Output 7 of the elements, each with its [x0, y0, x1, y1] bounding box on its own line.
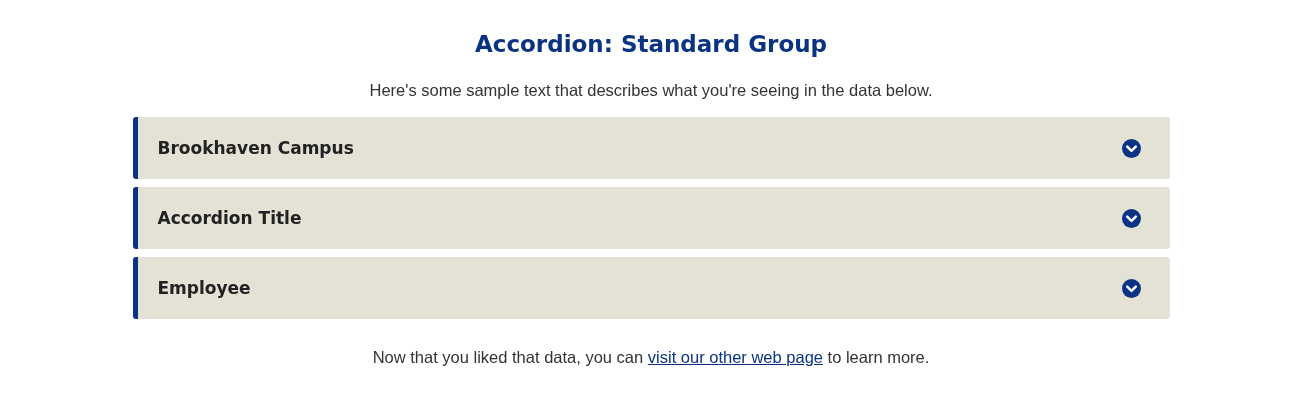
intro-text: Here's some sample text that describes what you're seeing in the data below. — [369, 80, 933, 101]
accordion-header[interactable]: Employee — [132, 257, 1170, 319]
footer-text: Now that you liked that data, you can visit our other web page to learn more. — [372, 347, 930, 368]
accordion-header[interactable]: Brookhaven Campus — [132, 117, 1170, 179]
accordion-header[interactable]: Accordion Title — [132, 187, 1170, 249]
page-link[interactable]: visit our other web page — [647, 348, 823, 366]
page-heading: Accordion: Standard Group — [474, 30, 828, 59]
